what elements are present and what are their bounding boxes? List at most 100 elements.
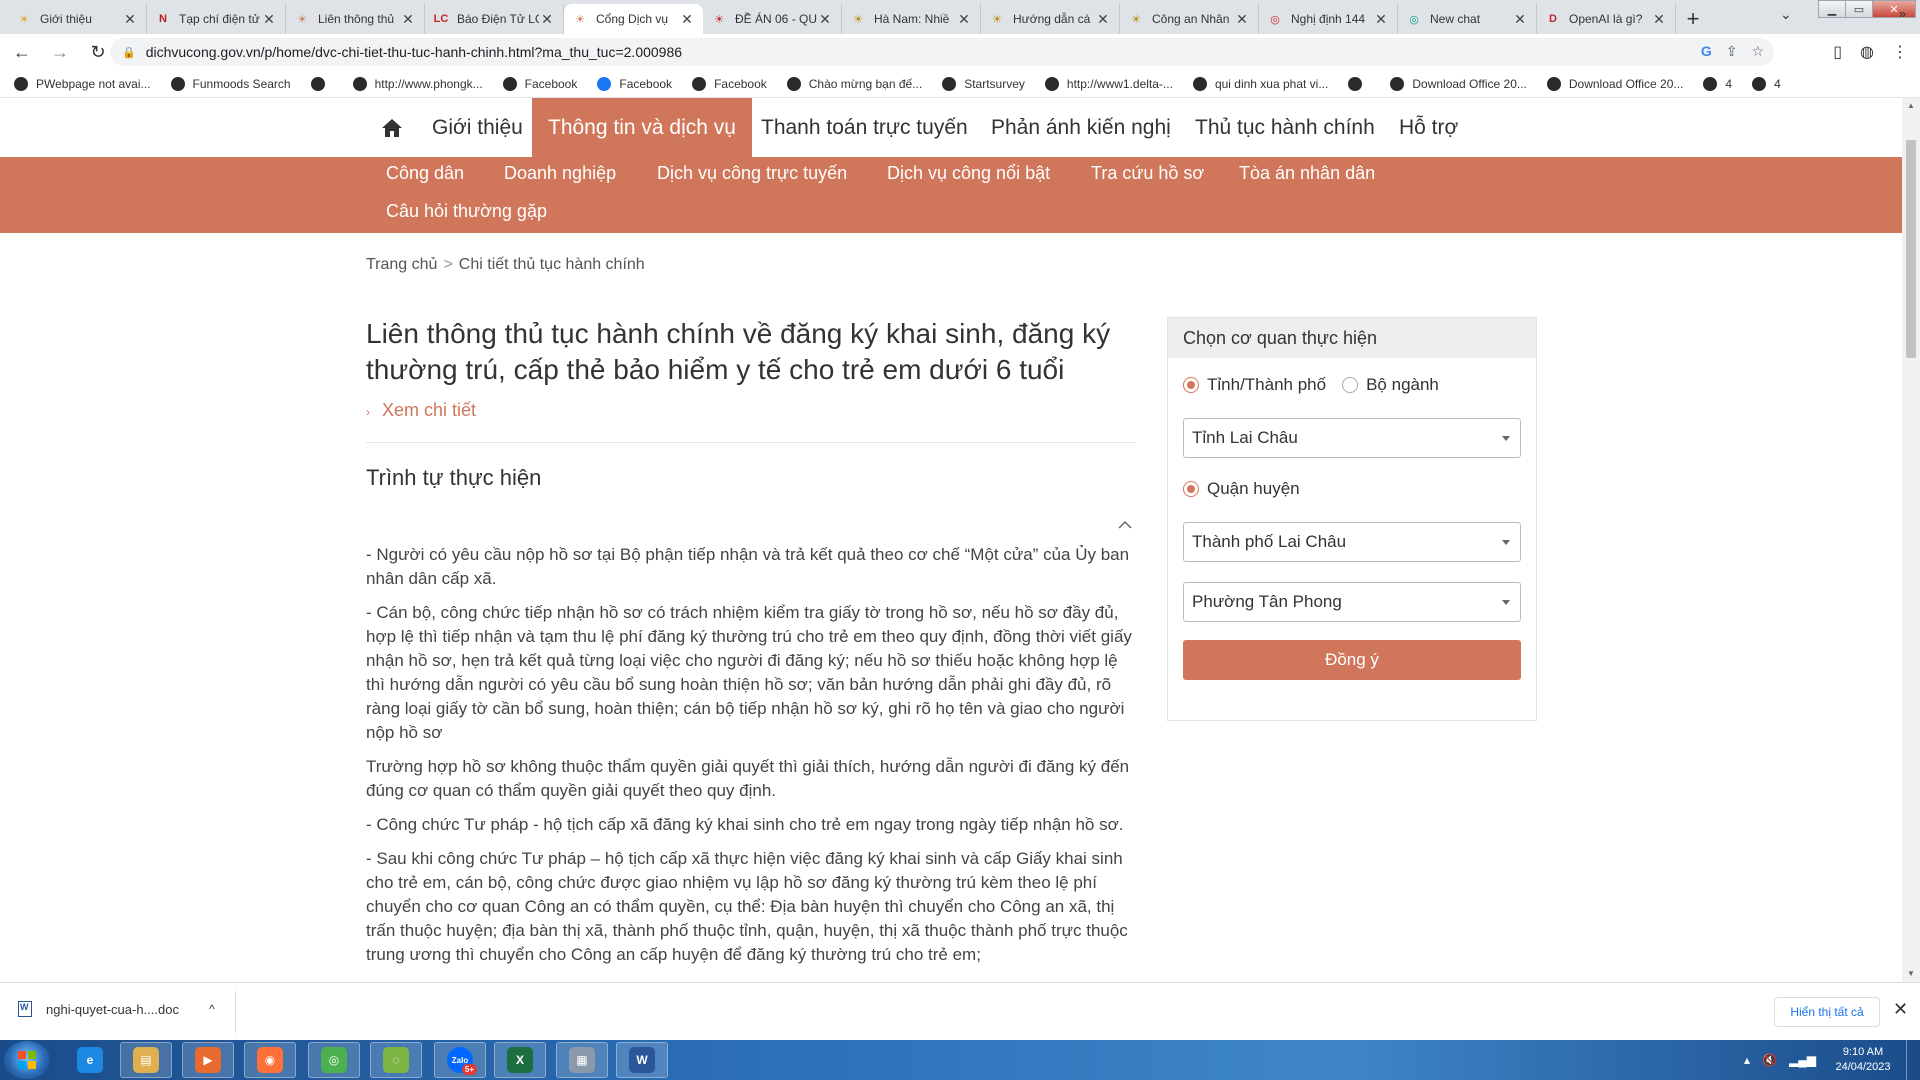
browser-tab[interactable]: ☀ Giới thiệu ✕ xyxy=(8,4,147,34)
nav-item-thu-tuc[interactable]: Thủ tục hành chính xyxy=(1179,98,1391,157)
bookmark-item[interactable] xyxy=(1348,76,1370,91)
chevron-up-icon[interactable]: ^ xyxy=(209,1002,215,1016)
browser-tab[interactable]: ☀ Liên thông thủ ✕ xyxy=(286,4,425,34)
tab-close-icon[interactable]: ✕ xyxy=(1512,11,1528,28)
bookmark-item[interactable]: Chào mừng bạn đế... xyxy=(786,76,922,91)
browser-tab[interactable]: N Tạp chí điện tử ✕ xyxy=(147,4,286,34)
tab-search-icon[interactable]: ⌄ xyxy=(1780,6,1792,23)
taskbar-app-zalo[interactable]: Zalo 5+ xyxy=(434,1042,486,1078)
view-detail-link[interactable]: › Xem chi tiết xyxy=(366,400,476,421)
start-button[interactable] xyxy=(4,1041,50,1079)
page-scrollbar[interactable]: ▲ ▼ xyxy=(1902,98,1920,982)
scroll-down-icon[interactable]: ▼ xyxy=(1902,966,1920,982)
subnav-dvc-truc-tuyen[interactable]: Dịch vụ công trực tuyến xyxy=(657,163,847,184)
bookmark-item[interactable]: PWebpage not avai... xyxy=(14,76,151,91)
taskbar-app-internet-explorer[interactable]: e xyxy=(64,1042,116,1078)
bookmark-item[interactable]: Facebook xyxy=(597,76,672,91)
tab-close-icon[interactable]: ✕ xyxy=(122,11,138,28)
network-signal-icon[interactable]: ▂▄▆ xyxy=(1789,1053,1816,1067)
show-hidden-icons-icon[interactable]: ▴ xyxy=(1744,1053,1750,1067)
subnav-doanh-nghiep[interactable]: Doanh nghiệp xyxy=(504,163,616,184)
share-icon[interactable]: ⇪ xyxy=(1726,43,1738,60)
radio-district[interactable] xyxy=(1183,481,1199,497)
tab-close-icon[interactable]: ✕ xyxy=(679,11,695,28)
browser-tab[interactable]: ☀ Công an Nhân ✕ xyxy=(1120,4,1259,34)
subnav-toa-an[interactable]: Tòa án nhân dân xyxy=(1239,163,1375,184)
nav-item-thong-tin-dich-vu[interactable]: Thông tin và dịch vụ xyxy=(532,98,752,157)
tab-close-icon[interactable]: ✕ xyxy=(539,11,555,28)
province-select[interactable]: Tỉnh Lai Châu xyxy=(1183,418,1521,458)
maximize-icon[interactable]: ▭ xyxy=(1845,0,1873,18)
browser-tab[interactable]: ☀ ĐỀ ÁN 06 - QU ✕ xyxy=(703,4,842,34)
taskbar-app-word[interactable]: W xyxy=(616,1042,668,1078)
taskbar-app-calculator[interactable]: ▦ xyxy=(556,1042,608,1078)
close-download-bar-icon[interactable]: ✕ xyxy=(1893,999,1908,1020)
nav-item-ho-tro[interactable]: Hỗ trợ xyxy=(1383,98,1474,157)
bookmark-item[interactable]: Startsurvey xyxy=(942,76,1025,91)
clock[interactable]: 9:10 AM 24/04/2023 xyxy=(1828,1045,1898,1075)
browser-tab[interactable]: LC Báo Điện Tử LC ✕ xyxy=(425,4,564,34)
tab-close-icon[interactable]: ✕ xyxy=(400,11,416,28)
download-item[interactable]: nghi-quyet-cua-h....doc ^ xyxy=(18,1001,215,1017)
radio-ministry[interactable] xyxy=(1342,377,1359,393)
scrollbar-thumb[interactable] xyxy=(1906,140,1916,358)
side-panel-icon[interactable]: ▯ xyxy=(1833,42,1842,62)
tab-close-icon[interactable]: ✕ xyxy=(1234,11,1250,28)
profile-avatar-icon[interactable]: ◍ xyxy=(1860,42,1874,62)
bookmark-item[interactable] xyxy=(310,76,333,91)
bookmark-item[interactable]: Facebook xyxy=(692,76,767,91)
forward-icon[interactable]: → xyxy=(44,36,76,68)
menu-kebab-icon[interactable]: ⋮ xyxy=(1892,42,1908,62)
google-translate-icon[interactable]: G xyxy=(1701,43,1712,60)
tab-close-icon[interactable]: ✕ xyxy=(956,11,972,28)
home-icon[interactable] xyxy=(381,118,403,138)
close-window-icon[interactable]: ✕ xyxy=(1872,0,1916,18)
taskbar-app-coc-coc[interactable]: ◌ xyxy=(370,1042,422,1078)
show-desktop-button[interactable] xyxy=(1906,1040,1920,1080)
address-bar[interactable]: 🔒 dichvucong.gov.vn/p/home/dvc-chi-tiet-… xyxy=(110,38,1774,66)
browser-tab[interactable]: D OpenAI là gì? ✕ xyxy=(1537,4,1676,34)
district-select[interactable]: Thành phố Lai Châu xyxy=(1183,522,1521,562)
subnav-dvc-noi-bat[interactable]: Dịch vụ công nổi bật xyxy=(887,163,1050,184)
nav-item-phan-anh[interactable]: Phản ánh kiến nghị xyxy=(975,98,1187,157)
bookmark-item[interactable]: Funmoods Search xyxy=(170,76,291,91)
subnav-tra-cuu[interactable]: Tra cứu hồ sơ xyxy=(1091,163,1204,184)
tab-close-icon[interactable]: ✕ xyxy=(1373,11,1389,28)
browser-tab[interactable]: ☀ Hà Nam: Nhiề ✕ xyxy=(842,4,981,34)
taskbar-app-chrome[interactable]: ◎ xyxy=(308,1042,360,1078)
bookmarks-overflow-icon[interactable]: » xyxy=(1899,6,1906,21)
bookmark-item[interactable]: Download Office 20... xyxy=(1390,76,1527,91)
bookmark-item[interactable]: Facebook xyxy=(502,76,577,91)
browser-tab[interactable]: ☀ Hướng dẫn cá ✕ xyxy=(981,4,1120,34)
bookmark-item[interactable]: 4 xyxy=(1752,76,1781,91)
bookmark-item[interactable]: http://www1.delta-... xyxy=(1044,76,1173,91)
bookmark-item[interactable]: qui dinh xua phat vi... xyxy=(1192,76,1328,91)
subnav-cong-dan[interactable]: Công dân xyxy=(386,163,464,184)
ward-select[interactable]: Phường Tân Phong xyxy=(1183,582,1521,622)
taskbar-app-media-player[interactable]: ▶ xyxy=(182,1042,234,1078)
taskbar-app-firefox[interactable]: ◉ xyxy=(244,1042,296,1078)
browser-tab[interactable]: ◎ New chat ✕ xyxy=(1398,4,1537,34)
tab-close-icon[interactable]: ✕ xyxy=(1095,11,1111,28)
taskbar-app-file-explorer[interactable]: ▤ xyxy=(120,1042,172,1078)
bookmark-item[interactable]: http://www.phongk... xyxy=(352,76,483,91)
subnav-cau-hoi[interactable]: Câu hỏi thường gặp xyxy=(386,201,547,222)
volume-muted-icon[interactable]: 🔇 xyxy=(1762,1053,1777,1067)
scroll-up-icon[interactable]: ▲ xyxy=(1902,98,1920,114)
taskbar-app-excel[interactable]: X xyxy=(494,1042,546,1078)
tab-close-icon[interactable]: ✕ xyxy=(1651,11,1667,28)
breadcrumb-home-link[interactable]: Trang chủ xyxy=(366,256,437,273)
browser-tab[interactable]: ◎ Nghị định 144 ✕ xyxy=(1259,4,1398,34)
nav-item-thanh-toan[interactable]: Thanh toán trực tuyến xyxy=(745,98,984,157)
back-icon[interactable]: ← xyxy=(6,36,38,68)
chevron-up-icon[interactable] xyxy=(1118,520,1132,530)
tab-close-icon[interactable]: ✕ xyxy=(817,11,833,28)
nav-item-gioi-thieu[interactable]: Giới thiệu xyxy=(416,98,539,157)
bookmark-star-icon[interactable]: ☆ xyxy=(1751,43,1764,60)
radio-province[interactable] xyxy=(1183,377,1199,393)
new-tab-icon[interactable]: + xyxy=(1676,4,1710,34)
show-all-downloads-button[interactable]: Hiển thị tất cả xyxy=(1774,997,1880,1027)
tab-close-icon[interactable]: ✕ xyxy=(261,11,277,28)
bookmark-item[interactable]: Download Office 20... xyxy=(1546,76,1683,91)
browser-tab[interactable]: ☀ Cổng Dịch vụ ✕ xyxy=(564,4,703,34)
